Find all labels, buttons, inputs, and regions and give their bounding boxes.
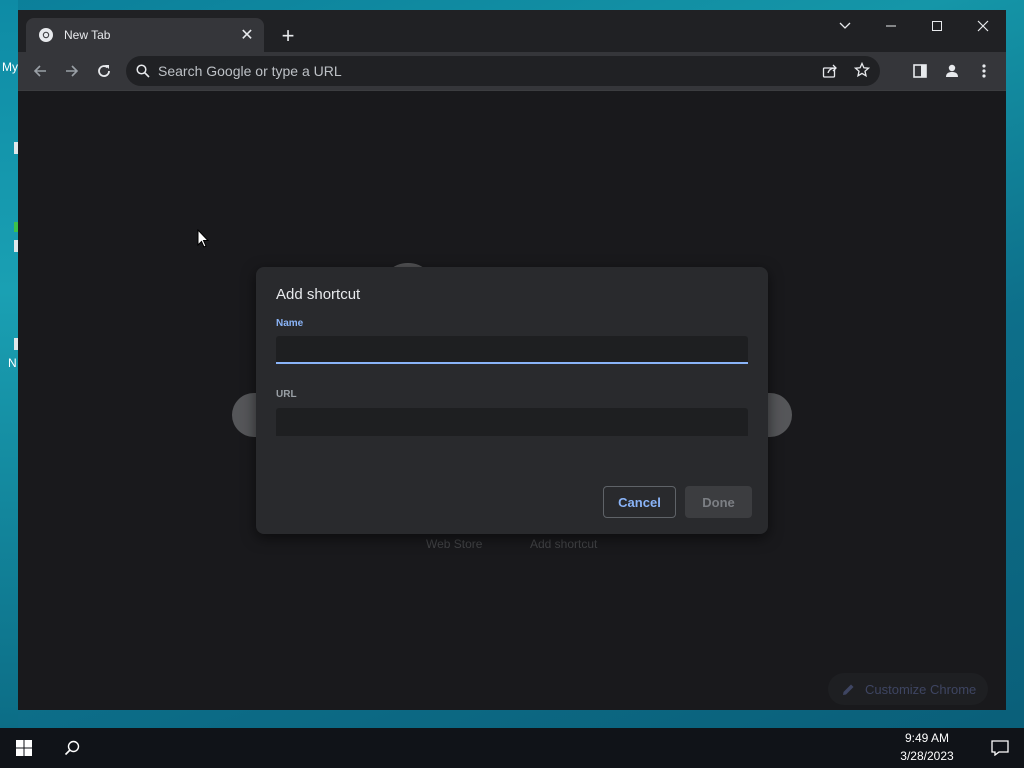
url-label: URL: [276, 389, 297, 400]
customize-chrome-button[interactable]: Customize Chrome: [828, 673, 988, 705]
start-button[interactable]: [0, 728, 48, 768]
forward-arrow-icon: [66, 65, 79, 77]
desktop-icon-label[interactable]: My: [2, 60, 18, 74]
close-icon: [977, 20, 989, 32]
maximize-button[interactable]: [914, 10, 960, 42]
new-tab-button[interactable]: +: [274, 22, 302, 50]
dialog-title: Add shortcut: [276, 286, 361, 303]
tab-new-tab[interactable]: New Tab ✕: [26, 18, 264, 52]
side-panel-button[interactable]: [906, 57, 934, 85]
search-icon: [136, 64, 150, 78]
tab-title: New Tab: [64, 28, 111, 42]
clock-date[interactable]: 3/28/2023: [889, 749, 965, 763]
tab-search-button[interactable]: [822, 10, 868, 42]
star-icon[interactable]: [854, 62, 870, 78]
search-icon: [64, 740, 80, 756]
back-button[interactable]: [26, 57, 54, 85]
url-field[interactable]: [276, 408, 748, 436]
share-icon[interactable]: [822, 63, 838, 79]
pencil-icon: [842, 683, 855, 696]
notification-icon: [991, 740, 1009, 756]
profile-icon: [946, 64, 958, 77]
address-input[interactable]: [158, 63, 798, 79]
chevron-down-icon: [839, 22, 851, 29]
forward-button[interactable]: [58, 57, 86, 85]
browser-toolbar: [18, 52, 1006, 90]
chrome-icon: [38, 27, 54, 43]
reload-icon: [98, 65, 110, 77]
cancel-button[interactable]: Cancel: [603, 486, 676, 518]
windows-logo-icon: [16, 740, 32, 756]
menu-button[interactable]: [970, 57, 998, 85]
address-bar[interactable]: [126, 56, 880, 86]
taskbar: 9:49 AM 3/28/2023: [0, 728, 1024, 768]
back-arrow-icon: [33, 65, 46, 77]
name-field[interactable]: [276, 336, 748, 364]
clock-time[interactable]: 9:49 AM: [892, 731, 962, 745]
reload-button[interactable]: [90, 57, 118, 85]
done-button[interactable]: Done: [685, 486, 752, 518]
customize-chrome-label: Customize Chrome: [865, 681, 977, 697]
desktop-icon-label[interactable]: N: [8, 356, 17, 370]
minimize-button[interactable]: [868, 10, 914, 42]
maximize-icon: [932, 21, 942, 31]
close-window-button[interactable]: [960, 10, 1006, 42]
title-bar: New Tab ✕ +: [18, 10, 1006, 52]
add-shortcut-dialog: Add shortcut Name URL Cancel Done: [256, 267, 768, 534]
minimize-icon: [886, 25, 896, 27]
mouse-pointer-icon: [197, 228, 210, 253]
search-button[interactable]: [52, 728, 92, 768]
name-label: Name: [276, 318, 304, 329]
notification-button[interactable]: [990, 738, 1010, 758]
kebab-menu-icon: [982, 64, 986, 78]
tab-close-icon[interactable]: ✕: [236, 25, 258, 45]
profile-button[interactable]: [938, 57, 966, 85]
side-panel-icon: [913, 64, 927, 78]
